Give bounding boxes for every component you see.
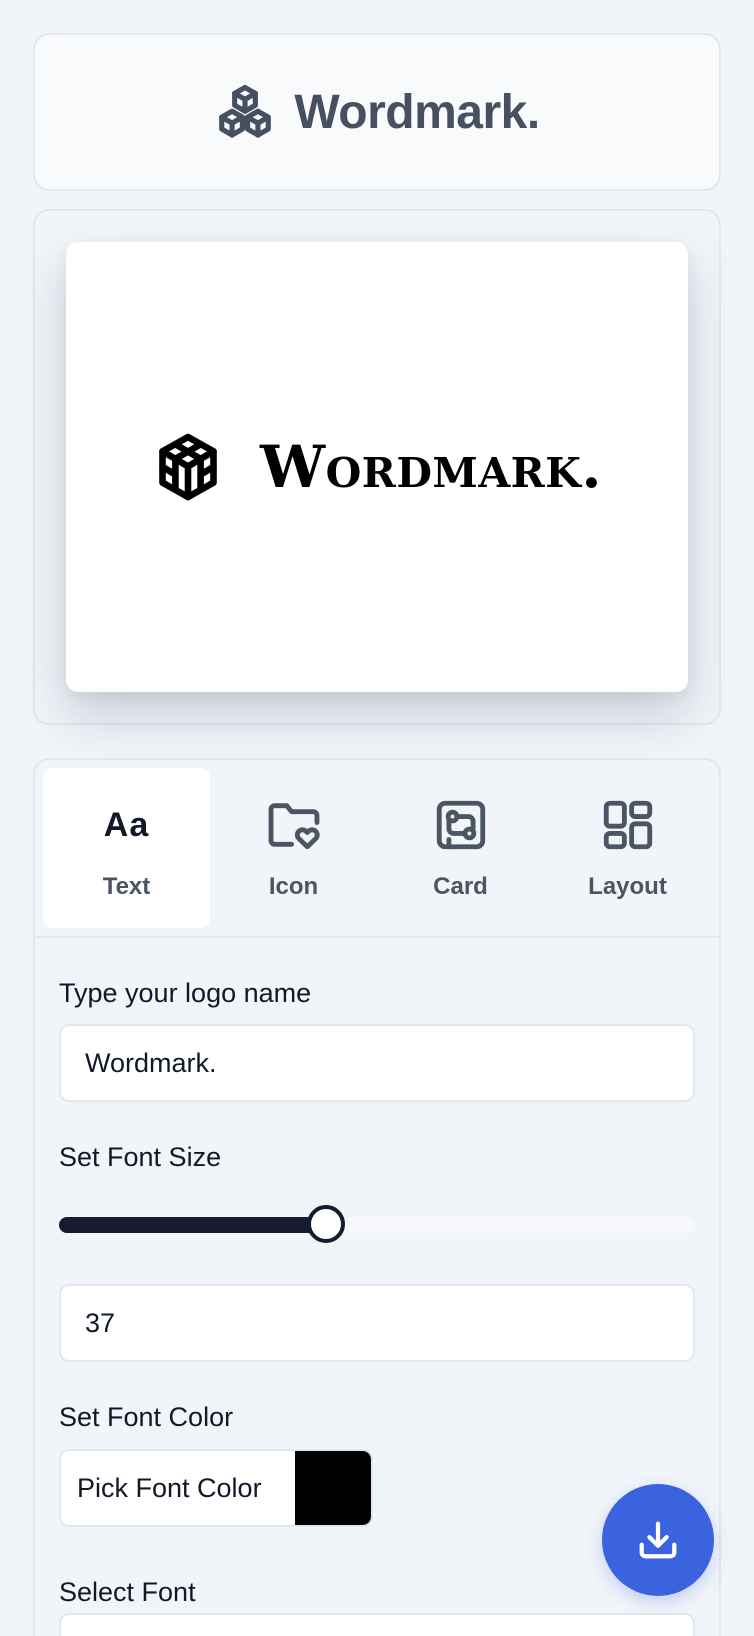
download-icon [635, 1517, 681, 1563]
font-size-label: Set Font Size [59, 1142, 222, 1172]
preview-container: Wordmark. [33, 209, 721, 725]
tab-layout[interactable]: Layout [544, 768, 711, 928]
tab-layout-label: Layout [588, 873, 667, 900]
folder-heart-icon [264, 795, 324, 855]
app-header: Wordmark. [33, 33, 721, 191]
text-aa-icon: Aa [103, 805, 150, 844]
tab-card-label: Card [433, 873, 488, 900]
tab-icon-label: Icon [268, 873, 319, 900]
font-color-picker[interactable]: Pick Font Color [59, 1449, 373, 1527]
logo-name-label: Type your logo name [59, 978, 312, 1008]
tab-card[interactable]: Card [377, 768, 544, 928]
app-title: Wordmark. [294, 85, 540, 139]
font-select-label: Select Font [59, 1577, 196, 1607]
cubes-icon [214, 81, 276, 143]
app-page: Wordmark. Wordmark. Aa Text Icon Card La… [0, 0, 754, 1636]
editor-tabs: Aa Text Icon Card Layout [35, 760, 719, 938]
download-button[interactable] [602, 1484, 714, 1596]
font-select[interactable] [59, 1613, 695, 1636]
logo-text: Wordmark. [259, 433, 603, 501]
layout-grid-icon [598, 795, 658, 855]
slider-thumb[interactable] [307, 1205, 346, 1243]
tab-icon[interactable]: Icon [210, 768, 377, 928]
card-circuit-icon [431, 795, 491, 855]
font-color-label: Set Font Color [59, 1402, 234, 1432]
logo-preview: Wordmark. [66, 242, 688, 692]
tab-text-label: Text [102, 873, 151, 900]
font-color-button-label: Pick Font Color [77, 1472, 262, 1503]
tab-text[interactable]: Aa Text [43, 768, 210, 928]
font-size-slider[interactable] [59, 1205, 695, 1245]
cube-icon [152, 431, 224, 503]
font-size-input[interactable] [59, 1284, 695, 1362]
slider-fill [59, 1217, 327, 1233]
logo-name-input[interactable] [59, 1024, 695, 1102]
font-color-swatch[interactable] [295, 1451, 371, 1525]
